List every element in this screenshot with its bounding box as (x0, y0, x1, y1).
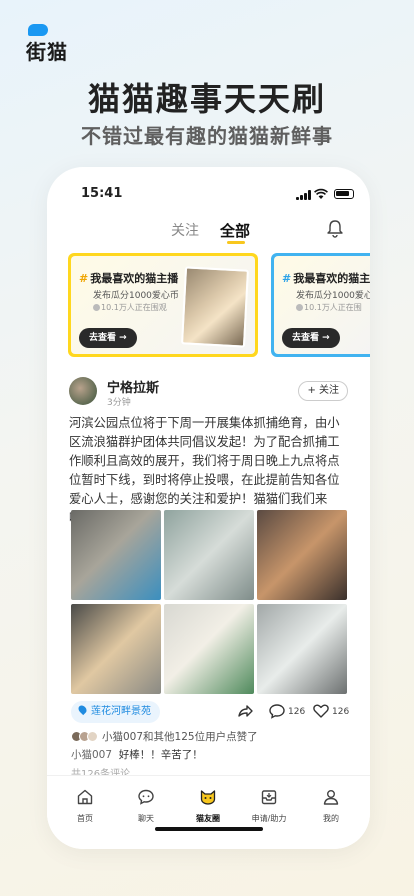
home-icon (77, 789, 93, 805)
comment-count: 126 (288, 707, 306, 717)
cat-face-icon (200, 790, 216, 805)
logo-bubble-icon (28, 24, 48, 36)
banner-viewers: 10.1万人正在围观 (93, 302, 167, 313)
location-pin-icon (76, 703, 89, 716)
cat-photo[interactable] (257, 604, 347, 694)
home-indicator[interactable] (155, 827, 263, 831)
heart-icon[interactable] (312, 702, 330, 720)
banner-viewers: 10.1万人正在围 (296, 302, 362, 313)
status-bar: 15:41 (47, 167, 370, 219)
share-icon[interactable] (236, 702, 254, 720)
cat-photo[interactable] (257, 510, 347, 600)
banner-subtitle: 发布瓜分1000爱心 (296, 291, 370, 301)
banner-title-text: 我最喜欢的猫主 (293, 272, 370, 285)
banner-inner: # 我最喜欢的猫主 发布瓜分1000爱心 10.1万人正在围 去查看 → (274, 256, 370, 354)
tab-chat-label: 聊天 (138, 814, 154, 823)
banner-card[interactable]: # 我最喜欢的猫主 发布瓜分1000爱心 10.1万人正在围 去查看 → (271, 253, 370, 357)
cat-photo[interactable] (164, 510, 254, 600)
viewer-avatar (296, 304, 303, 311)
banner-title: # 我最喜欢的猫主播 (79, 270, 178, 286)
location-text: 莲花河畔景苑 (91, 706, 151, 717)
banner-card[interactable]: # 我最喜欢的猫主播 发布瓜分1000爱心币 10.1万人正在围观 去查看 → (68, 253, 258, 357)
banner-viewers-text: 10.1万人正在围 (304, 303, 362, 312)
signal-icon (296, 190, 312, 200)
hashtag-icon: # (79, 272, 89, 285)
comment-preview: 小猫007 好棒！！辛苦了！ (71, 747, 203, 762)
post-actions: 126 126 (236, 702, 350, 722)
banner-title-text: 我最喜欢的猫主播 (90, 272, 179, 285)
location-tag[interactable]: 莲花河畔景苑 (71, 701, 160, 723)
viewer-avatar (93, 304, 100, 311)
banner-title: # 我最喜欢的猫主 (282, 270, 370, 286)
comment-user[interactable]: 小猫007 (71, 749, 112, 761)
likes-text: 小猫007和其他125位用户点赞了 (102, 731, 258, 743)
status-time: 15:41 (81, 186, 123, 201)
tab-me[interactable]: 我的 (301, 788, 361, 824)
hashtag-icon: # (282, 272, 292, 285)
cat-photo[interactable] (71, 510, 161, 600)
banner-view-button[interactable]: 去查看 → (282, 328, 340, 348)
tab-all[interactable]: 全部 (220, 220, 250, 241)
post-time: 3分钟 (107, 398, 131, 408)
tab-home-label: 首页 (77, 814, 93, 823)
like-count: 126 (332, 707, 350, 717)
tab-home[interactable]: 首页 (55, 788, 115, 824)
feed-tabs: 关注 全部 (47, 219, 370, 251)
wifi-icon (314, 188, 328, 199)
comment-text: 好棒！！辛苦了！ (118, 749, 203, 761)
tab-apply-help-label: 申请/助力 (251, 814, 287, 823)
cat-photo[interactable] (71, 604, 161, 694)
tab-apply-help[interactable]: 申请/助力 (239, 788, 299, 824)
user-icon (323, 790, 339, 805)
logo-text: 街猫 (26, 40, 68, 64)
comment-icon[interactable] (268, 702, 286, 720)
banner-viewers-text: 10.1万人正在围观 (101, 303, 167, 312)
post-header: 宁格拉斯 3分钟 + 关注 (69, 375, 348, 409)
inbox-icon (261, 790, 277, 805)
post-username[interactable]: 宁格拉斯 (107, 377, 159, 396)
bottom-tab-bar: 首页 聊天 猫友圈 申请/助力 我的 (47, 775, 370, 849)
promo-headline: 猫猫趣事天天刷 (87, 80, 326, 118)
banner-view-button[interactable]: 去查看 → (79, 328, 137, 348)
bell-icon[interactable] (326, 219, 344, 239)
follow-button[interactable]: + 关注 (298, 381, 348, 401)
likes-summary[interactable]: 小猫007和其他125位用户点赞了 (71, 729, 258, 744)
liker-avatar (87, 731, 98, 742)
photo-grid (71, 510, 347, 694)
promo-subline: 不错过最有趣的猫猫新鲜事 (81, 124, 333, 148)
banner-inner: # 我最喜欢的猫主播 发布瓜分1000爱心币 10.1万人正在围观 去查看 → (71, 256, 255, 354)
battery-icon (334, 189, 354, 199)
tab-cat-circle[interactable]: 猫友圈 (178, 788, 238, 824)
banner-cat-photo (181, 266, 249, 348)
phone-screen: 15:41 关注 全部 # 我最喜欢的猫主播 发布瓜分1000爱心币 10.1万人… (47, 167, 370, 849)
cat-photo[interactable] (164, 604, 254, 694)
app-logo: 街猫 (26, 24, 74, 64)
avatar[interactable] (69, 377, 97, 405)
tab-follow[interactable]: 关注 (171, 220, 199, 240)
tab-chat[interactable]: 聊天 (116, 788, 176, 824)
banner-subtitle: 发布瓜分1000爱心币 (93, 291, 179, 301)
tab-active-indicator (227, 241, 245, 244)
chat-icon (138, 789, 154, 805)
tab-me-label: 我的 (323, 814, 339, 823)
tab-cat-circle-label: 猫友圈 (196, 814, 220, 823)
